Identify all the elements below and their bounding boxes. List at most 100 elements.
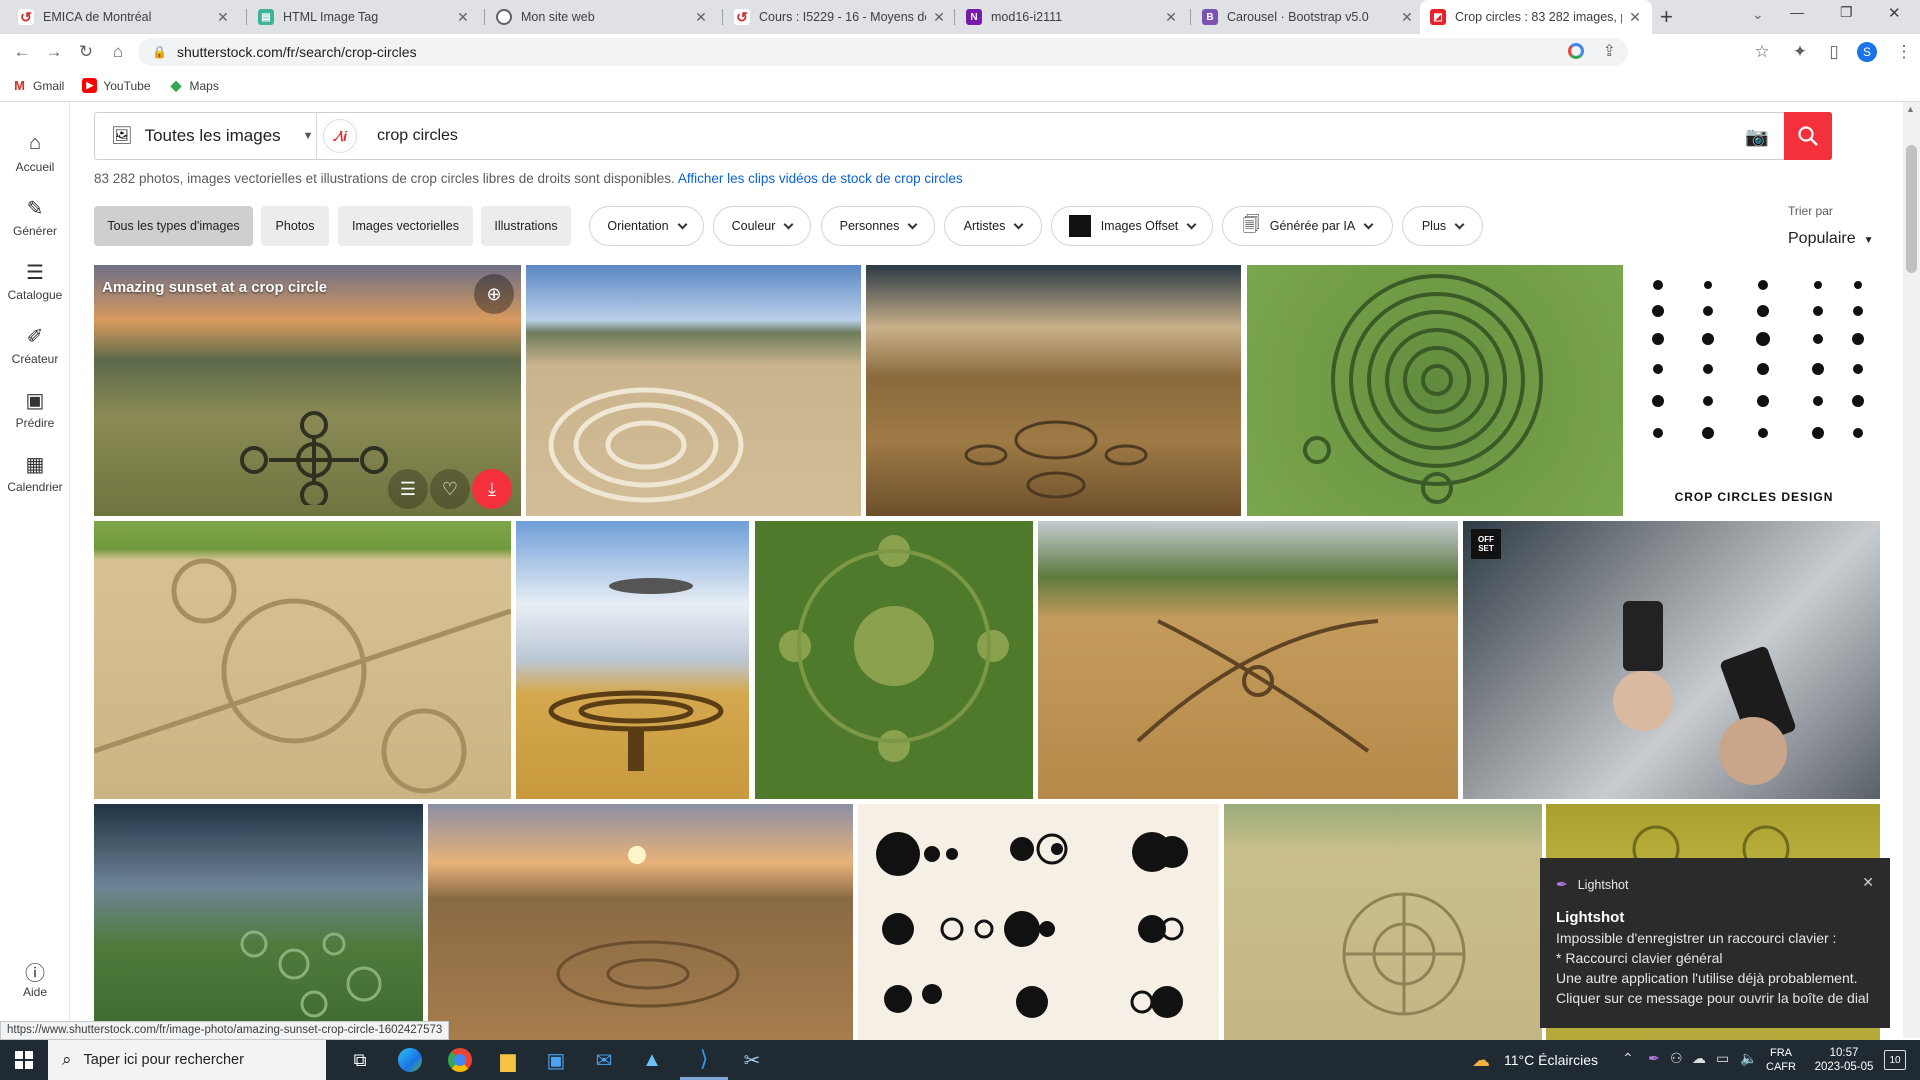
scrollbar-thumb[interactable] — [1906, 145, 1917, 273]
notification-center-icon[interactable]: 10 — [1884, 1050, 1906, 1070]
store-icon[interactable]: ▣ — [532, 1040, 580, 1080]
google-lens-icon[interactable] — [1568, 43, 1584, 59]
vscode-icon[interactable]: ⟩ — [680, 1040, 728, 1080]
heart-icon[interactable]: ♡ — [430, 469, 470, 509]
tab-search-icon[interactable]: ⌄ — [1752, 6, 1764, 23]
close-icon[interactable]: ✕ — [932, 9, 946, 26]
azure-icon[interactable]: ▲ — [628, 1040, 676, 1080]
edge-icon[interactable] — [386, 1040, 434, 1080]
close-icon[interactable]: ✕ — [1164, 9, 1178, 26]
filter-images-offset[interactable]: Images Offset — [1051, 206, 1213, 246]
image-result[interactable]: Amazing sunset at a crop circle ⊕ ☰ ♡ ⤓ — [94, 265, 521, 516]
taskbar-search[interactable]: ⌕ Taper ici pour rechercher — [48, 1040, 326, 1080]
file-explorer-icon[interactable]: ▆ — [484, 1040, 532, 1080]
rail-item-catalogue[interactable]: ☰ Catalogue — [0, 260, 70, 302]
sidepanel-icon[interactable]: ▯ — [1820, 34, 1848, 70]
tab-cours[interactable]: ↺ Cours : I5229 - 16 - Moyens de t ✕ — [724, 0, 956, 34]
filter-personnes[interactable]: Personnes — [821, 206, 935, 246]
language-indicator[interactable]: FRA CAFR — [1766, 1046, 1796, 1074]
ai-search-icon[interactable]: .∕\i — [323, 119, 357, 153]
close-window-button[interactable]: ✕ — [1888, 4, 1901, 22]
image-result[interactable] — [858, 804, 1219, 1040]
filter-generee-par-ia[interactable]: 🗐 Générée par IA — [1222, 206, 1393, 246]
image-result[interactable] — [526, 265, 861, 516]
filter-couleur[interactable]: Couleur — [713, 206, 811, 246]
close-icon[interactable]: ✕ — [1400, 9, 1414, 26]
rail-item-aide[interactable]: ⓘ Aide — [0, 957, 70, 999]
rail-item-generer[interactable]: ✎ Générer — [0, 196, 70, 238]
image-result[interactable] — [866, 265, 1241, 516]
filter-orientation[interactable]: Orientation — [589, 206, 704, 246]
filter-artistes[interactable]: Artistes — [944, 206, 1042, 246]
image-result[interactable] — [94, 804, 423, 1040]
image-result[interactable] — [94, 521, 511, 799]
scroll-up-icon[interactable]: ▲ — [1906, 104, 1915, 114]
close-icon[interactable]: ✕ — [694, 9, 708, 26]
filter-plus[interactable]: Plus — [1402, 206, 1483, 246]
scope-select[interactable]: 🖼 Toutes les images ▼ — [95, 113, 317, 159]
home-button-icon[interactable]: ⌂ — [104, 34, 132, 70]
image-result[interactable] — [755, 521, 1033, 799]
tab-emica[interactable]: ↺ EMICA de Montréal ✕ — [8, 0, 240, 34]
image-result[interactable]: OFF SET — [1463, 521, 1880, 799]
clock[interactable]: 10:57 2023-05-05 — [1812, 1046, 1876, 1074]
rail-item-calendrier[interactable]: ▦ Calendrier — [0, 452, 70, 494]
download-icon[interactable]: ⤓ — [472, 469, 512, 509]
start-button[interactable] — [0, 1040, 48, 1080]
bookmark-star-icon[interactable]: ☆ — [1748, 34, 1776, 70]
rail-item-accueil[interactable]: ⌂ Accueil — [0, 132, 70, 174]
image-result[interactable] — [1247, 265, 1623, 516]
mail-icon[interactable]: ✉ — [580, 1040, 628, 1080]
chrome-icon[interactable] — [436, 1040, 484, 1080]
image-result[interactable] — [428, 804, 853, 1040]
search-input[interactable]: crop circles — [377, 127, 458, 145]
image-result[interactable] — [516, 521, 749, 799]
onedrive-icon[interactable]: ☁ — [1692, 1050, 1706, 1067]
extensions-icon[interactable]: ✦ — [1786, 34, 1814, 70]
bookmark-gmail[interactable]: M Gmail — [12, 78, 64, 93]
tray-app-icon[interactable]: ⚇ — [1670, 1050, 1683, 1067]
restore-button[interactable]: ❐ — [1840, 4, 1853, 21]
tray-chevron-icon[interactable]: ⌃ — [1622, 1050, 1634, 1067]
close-icon[interactable]: ✕ — [1862, 874, 1874, 891]
filter-vectors[interactable]: Images vectorielles — [338, 206, 473, 246]
tab-html-image-tag[interactable]: ▤ HTML Image Tag ✕ — [248, 0, 480, 34]
address-bar[interactable]: 🔒 shutterstock.com/fr/search/crop-circle… — [138, 38, 1628, 66]
close-icon[interactable]: ✕ — [456, 9, 470, 26]
zoom-icon[interactable]: ⊕ — [474, 274, 514, 314]
filter-photos[interactable]: Photos — [261, 206, 329, 246]
video-clips-link[interactable]: Afficher les clips vidéos de stock de cr… — [678, 171, 963, 186]
task-view-icon[interactable]: ⧉ — [336, 1040, 384, 1080]
close-icon[interactable]: ✕ — [216, 9, 230, 26]
filter-all-types[interactable]: Tous les types d'images — [94, 206, 253, 246]
volume-icon[interactable]: 🔈 — [1740, 1050, 1757, 1067]
lightshot-notification[interactable]: ✒ Lightshot ✕ Lightshot Impossible d'enr… — [1540, 858, 1890, 1028]
tab-mod16[interactable]: N mod16-i2111 ✕ — [956, 0, 1188, 34]
weather-text[interactable]: 11°C Éclaircies — [1504, 1052, 1598, 1068]
image-result[interactable] — [1038, 521, 1458, 799]
back-icon[interactable]: ← — [8, 34, 36, 70]
network-icon[interactable]: ▭ — [1716, 1050, 1729, 1067]
image-result[interactable] — [1224, 804, 1542, 1040]
forward-icon[interactable]: → — [40, 34, 68, 70]
close-icon[interactable]: ✕ — [1628, 9, 1642, 26]
bookmark-maps[interactable]: ◆ Maps — [168, 77, 219, 93]
camera-search-icon[interactable]: 📷 — [1745, 125, 1769, 149]
rail-item-predire[interactable]: ▣ Prédire — [0, 388, 70, 430]
tab-carousel-bootstrap[interactable]: B Carousel · Bootstrap v5.0 ✕ — [1192, 0, 1424, 34]
tab-mon-site-web[interactable]: Mon site web ✕ — [486, 0, 718, 34]
profile-avatar[interactable]: S — [1857, 42, 1877, 62]
lightshot-tray-icon[interactable]: ✒ — [1648, 1050, 1660, 1067]
snipping-icon[interactable]: ✂ — [728, 1040, 776, 1080]
reload-icon[interactable]: ↻ — [72, 34, 100, 70]
share-icon[interactable]: ⇪ — [1603, 41, 1616, 61]
search-button[interactable] — [1784, 112, 1832, 160]
sort-select[interactable]: Populaire ▼ — [1788, 230, 1874, 248]
tab-crop-circles[interactable]: ◩ Crop circles : 83 282 images, ph ✕ — [1420, 0, 1652, 34]
new-tab-button[interactable]: + — [1660, 4, 1673, 30]
filter-illustrations[interactable]: Illustrations — [481, 206, 571, 246]
rail-item-createur[interactable]: ✐ Créateur — [0, 324, 70, 366]
collection-icon[interactable]: ☰ — [388, 469, 428, 509]
bookmark-youtube[interactable]: ▶ YouTube — [82, 78, 151, 93]
menu-icon[interactable]: ⋮ — [1890, 34, 1918, 70]
